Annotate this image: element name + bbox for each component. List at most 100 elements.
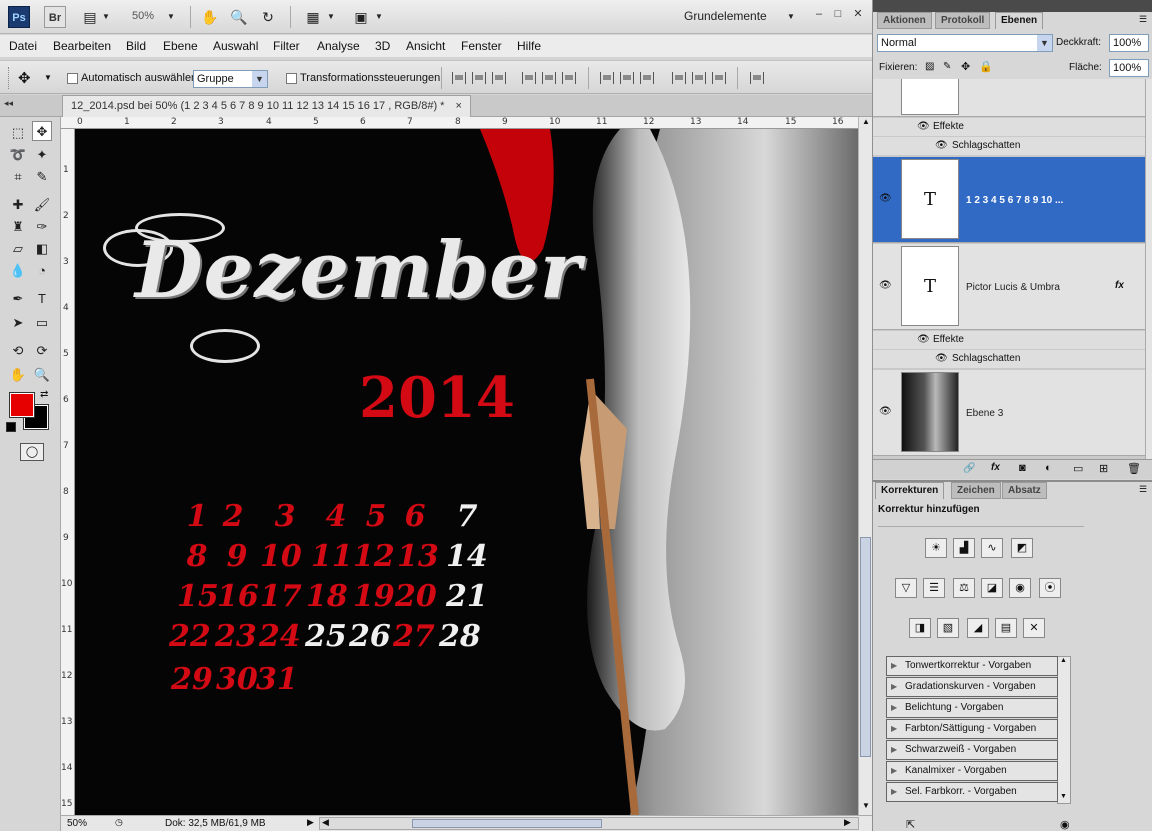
menu-ansicht[interactable]: Ansicht [406, 39, 445, 53]
black-white-icon[interactable]: ◪ [981, 578, 1003, 598]
hand-tool-icon[interactable]: ✋ [8, 365, 28, 385]
menu-hilfe[interactable]: Hilfe [517, 39, 541, 53]
vertical-scrollbar[interactable]: ▲ ▼ [858, 117, 872, 815]
type-tool-icon[interactable]: T [32, 289, 52, 309]
preset-channel-mixer[interactable]: Kanalmixer - Vorgaben [886, 761, 1058, 781]
menu-ebene[interactable]: Ebene [163, 39, 198, 53]
layer-name[interactable]: 1 2 3 4 5 6 7 8 9 10 ... [966, 195, 1063, 206]
auto-align-layers-icon[interactable] [750, 72, 764, 84]
transform-controls-checkbox[interactable] [286, 73, 297, 84]
eye-icon[interactable]: 👁 [935, 353, 948, 364]
lasso-tool-icon[interactable]: ➰ [8, 145, 28, 165]
tab-korrekturen[interactable]: Korrekturen [875, 482, 945, 499]
history-brush-icon[interactable]: ✑ [32, 217, 52, 237]
zoom-tool-icon[interactable]: 🔍 [32, 365, 52, 385]
healing-brush-icon[interactable]: ✚ [8, 195, 28, 215]
distribute-horizontal-center-icon[interactable] [692, 72, 706, 84]
levels-icon[interactable]: ▟ [953, 538, 975, 558]
align-left-icon[interactable] [522, 72, 536, 84]
close-tab-icon[interactable]: × [456, 100, 462, 112]
photo-filter-icon[interactable]: ◉ [1009, 578, 1031, 598]
align-right-icon[interactable] [562, 72, 576, 84]
eye-icon[interactable]: 👁 [879, 193, 892, 204]
adjustment-layer-icon[interactable]: ◐ [1045, 462, 1052, 474]
arrange-documents-icon[interactable]: ▦ [302, 8, 324, 26]
lock-pixels-icon[interactable]: ✎ [943, 61, 951, 72]
document-tab[interactable]: 12_2014.psd bei 50% (1 2 3 4 5 6 7 8 9 1… [62, 95, 471, 117]
menu-auswahl[interactable]: Auswahl [213, 39, 258, 53]
scrollbar-thumb[interactable] [412, 819, 602, 828]
foreground-color-swatch[interactable] [9, 392, 35, 418]
magic-wand-icon[interactable]: ✦ [32, 145, 52, 165]
status-arrow-icon[interactable]: ▶ [307, 817, 314, 828]
status-info-icon[interactable]: ◷ [115, 817, 123, 828]
panel-menu-icon[interactable]: ☰ [1139, 14, 1147, 25]
chevron-down-icon[interactable]: ▼ [326, 8, 336, 26]
horizontal-scrollbar[interactable]: ◀ ▶ [319, 817, 859, 830]
rectangle-tool-icon[interactable]: ▭ [32, 313, 52, 333]
document-canvas[interactable]: Dezember 2014 1 2 3 4 5 6 7 8 9 10 11 12… [75, 129, 858, 815]
auto-select-checkbox[interactable] [67, 73, 78, 84]
distribute-right-icon[interactable] [712, 72, 726, 84]
scroll-right-icon[interactable]: ▶ [844, 817, 851, 828]
hue-saturation-icon[interactable]: ☰ [923, 578, 945, 598]
swap-colors-icon[interactable]: ⇄ [40, 389, 48, 400]
preset-black-white[interactable]: Schwarzweiß - Vorgaben [886, 740, 1058, 760]
menu-fenster[interactable]: Fenster [461, 39, 502, 53]
tab-zeichen[interactable]: Zeichen [951, 482, 1001, 499]
channel-mixer-icon[interactable]: ⦿ [1039, 578, 1061, 598]
rotate-view-icon[interactable]: ↻ [258, 8, 278, 26]
scroll-down-icon[interactable]: ▼ [860, 801, 872, 813]
chevron-down-icon[interactable]: ▼ [786, 8, 796, 26]
eye-icon[interactable]: 👁 [917, 121, 930, 132]
threshold-icon[interactable]: ◢ [967, 618, 989, 638]
zoom-tool-icon[interactable]: 🔍 [229, 8, 249, 26]
chevron-down-icon[interactable]: ▼ [44, 73, 52, 82]
layer-effects-row[interactable]: 👁 Effekte [873, 331, 1145, 349]
minimize-button[interactable]: – [812, 7, 826, 21]
pen-tool-icon[interactable]: ✒ [8, 289, 28, 309]
scroll-up-icon[interactable]: ▲ [1060, 657, 1067, 664]
move-tool-icon[interactable]: ✥ [32, 121, 52, 141]
color-balance-icon[interactable]: ⚖ [953, 578, 975, 598]
menu-3d[interactable]: 3D [375, 39, 390, 53]
eye-icon[interactable]: 👁 [935, 140, 948, 151]
menu-datei[interactable]: Datei [9, 39, 37, 53]
brush-tool-icon[interactable]: 🖌 [32, 195, 52, 215]
menu-analyse[interactable]: Analyse [317, 39, 360, 53]
layers-scrollbar[interactable] [1145, 79, 1152, 459]
eye-icon[interactable]: 👁 [879, 406, 892, 417]
path-selection-icon[interactable]: ➤ [8, 313, 28, 333]
tab-aktionen[interactable]: Aktionen [877, 12, 932, 29]
menu-filter[interactable]: Filter [273, 39, 300, 53]
preset-exposure[interactable]: Belichtung - Vorgaben [886, 698, 1058, 718]
menu-bild[interactable]: Bild [126, 39, 146, 53]
distribute-bottom-icon[interactable] [640, 72, 654, 84]
blur-tool-icon[interactable]: 💧 [8, 261, 28, 281]
invert-icon[interactable]: ◨ [909, 618, 931, 638]
screen-mode-icon[interactable]: ▣ [350, 8, 372, 26]
expanded-view-icon[interactable]: ◉ [1060, 818, 1070, 831]
zoom-level[interactable]: 50% [132, 10, 154, 22]
dodge-tool-icon[interactable]: ◔ [32, 261, 52, 281]
chevron-down-icon[interactable]: ▼ [101, 8, 111, 26]
collapse-panel-icon[interactable]: ◂◂ [4, 98, 13, 109]
align-horizontal-center-icon[interactable] [542, 72, 556, 84]
clone-stamp-icon[interactable]: ♜ [8, 217, 28, 237]
layer-effect-shadow-row[interactable]: 👁 Schlagschatten [873, 350, 1145, 368]
fill-input[interactable]: 100% [1109, 59, 1149, 77]
add-style-icon[interactable]: fx [991, 462, 1000, 473]
scroll-up-icon[interactable]: ▲ [860, 117, 872, 129]
layer-row-selected[interactable]: 👁 T 1 2 3 4 5 6 7 8 9 10 ... [873, 157, 1145, 243]
status-zoom[interactable]: 50% [67, 818, 87, 829]
menu-bearbeiten[interactable]: Bearbeiten [53, 39, 111, 53]
preset-hue-saturation[interactable]: Farbton/Sättigung - Vorgaben [886, 719, 1058, 739]
new-group-icon[interactable]: ▭ [1073, 462, 1083, 475]
layer-row[interactable]: 👁 T Pictor Lucis & Umbra fx [873, 244, 1145, 330]
chevron-down-icon[interactable]: ▼ [166, 8, 176, 26]
selective-color-icon[interactable]: ✕ [1023, 618, 1045, 638]
crop-tool-icon[interactable]: ⌗ [8, 167, 28, 187]
move-tool-icon[interactable]: ✥ [18, 69, 31, 87]
scroll-down-icon[interactable]: ▼ [1060, 793, 1067, 800]
eyedropper-icon[interactable]: ✎ [32, 167, 52, 187]
